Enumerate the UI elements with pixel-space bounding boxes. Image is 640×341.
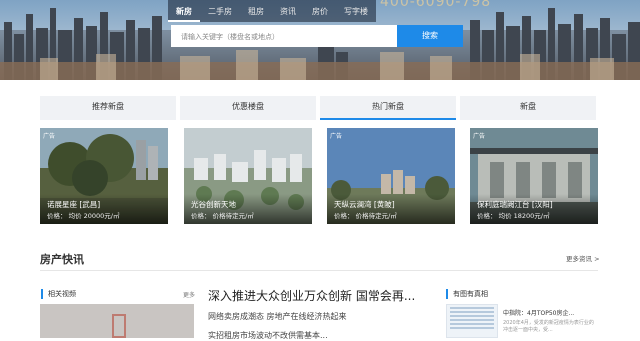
- report-thumbnail[interactable]: [446, 304, 498, 338]
- tab-recommended[interactable]: 推荐新盘: [40, 96, 176, 120]
- property-name: 天纵云澜湾 [黄陂]: [334, 200, 395, 209]
- search-input[interactable]: 请输入关键字（楼盘名或地点）: [171, 25, 397, 47]
- nav-item-office[interactable]: 写字楼: [336, 0, 376, 22]
- nav-item-prices[interactable]: 房价: [304, 0, 336, 22]
- property-price: 价格： 均价 18200元/㎡: [477, 212, 550, 220]
- video-thumbnail[interactable]: [40, 304, 194, 338]
- property-card[interactable]: 光谷创新天地 价格： 价格待定元/㎡: [184, 128, 312, 224]
- more-news-link[interactable]: 更多资讯 >: [566, 253, 600, 263]
- top-nav: 新房 二手房 租房 资讯 房价 写字楼: [168, 0, 376, 22]
- tab-discount[interactable]: 优惠楼盘: [180, 96, 316, 120]
- property-price: 价格： 均价 20000元/㎡: [47, 212, 120, 220]
- property-price: 价格： 价格待定元/㎡: [334, 212, 397, 220]
- property-name: 光谷创新天地: [191, 200, 236, 209]
- hotline-text: 400-6090-798: [380, 0, 492, 10]
- news-item[interactable]: 实招租房市场波动不改供需基本...: [208, 330, 328, 341]
- nav-item-newhome[interactable]: 新房: [168, 0, 200, 22]
- property-price: 价格： 价格待定元/㎡: [191, 212, 254, 220]
- property-card[interactable]: 广告 天纵云澜湾 [黄陂] 价格： 价格待定元/㎡: [327, 128, 455, 224]
- nav-item-news[interactable]: 资讯: [272, 0, 304, 22]
- seal-icon: [112, 314, 126, 338]
- divider: [40, 270, 598, 271]
- property-cards: 广告 诺展星座 [武昌] 价格： 均价 20000元/㎡ 光谷创新天地 价格： …: [40, 128, 600, 224]
- property-name: 保利庭瑞阙江台 [汉阳]: [477, 200, 553, 209]
- video-section-title: 相关视频: [41, 289, 76, 299]
- hero-banner: 400-6090-798 新房 二手房 租房 资讯 房价 写字楼 请输入关键字（…: [0, 0, 640, 80]
- search-button[interactable]: 搜索: [397, 25, 463, 47]
- tab-hot[interactable]: 热门新盘: [320, 96, 456, 120]
- ad-label: 广告: [43, 133, 56, 140]
- property-name: 诺展星座 [武昌]: [47, 200, 101, 209]
- ad-label: 广告: [330, 133, 343, 140]
- property-card[interactable]: 广告 诺展星座 [武昌] 价格： 均价 20000元/㎡: [40, 128, 168, 224]
- report-section-title: 有图有真相: [446, 289, 488, 299]
- tab-new[interactable]: 新盘: [460, 96, 596, 120]
- news-item[interactable]: 网络卖房成潮态 房地产在线经济热起来: [208, 311, 347, 322]
- property-card[interactable]: 广告 保利庭瑞阙江台 [汉阳] 价格： 均价 18200元/㎡: [470, 128, 598, 224]
- nav-item-resale[interactable]: 二手房: [200, 0, 240, 22]
- headline-link[interactable]: 深入推进大众创业万众创新 国常会再...: [208, 287, 415, 304]
- report-item-title[interactable]: 中指院：4月TOP50房企...: [503, 308, 574, 317]
- section-title: 房产快讯: [40, 253, 84, 266]
- video-more-link[interactable]: 更多: [183, 290, 195, 299]
- ad-label: 广告: [473, 133, 486, 140]
- listing-tabs: 推荐新盘 优惠楼盘 热门新盘 新盘: [40, 96, 596, 120]
- nav-item-rent[interactable]: 租房: [240, 0, 272, 22]
- report-item-desc: 2020年4月，受发的新冠疫情为表行业的冲击逐一面中央，受...: [503, 320, 594, 333]
